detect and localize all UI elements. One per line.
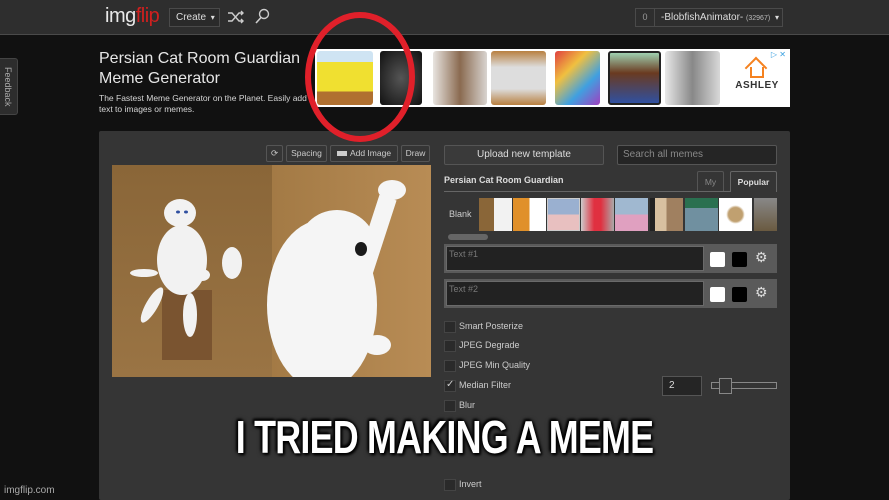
ashley-logo[interactable]: ASHLEY: [727, 67, 787, 91]
meme-caption-overlay: I TRIED MAKING A MEME: [235, 411, 654, 463]
red-circle-annotation: [305, 12, 415, 142]
draw-button[interactable]: Draw: [401, 145, 430, 162]
ad-image-cutlery-tray[interactable]: [491, 51, 546, 105]
fill-color-swatch[interactable]: [710, 252, 725, 267]
user-menu-button[interactable]: -BlobfishAnimator- (32967) ▾: [654, 8, 783, 27]
search-memes-input[interactable]: Search all memes: [617, 145, 777, 165]
text-input-2[interactable]: Text #2: [446, 281, 704, 306]
username: -BlobfishAnimator-: [661, 12, 744, 23]
median-filter-value-input[interactable]: 2: [662, 376, 702, 396]
meme-template-image[interactable]: [112, 165, 431, 377]
add-image-button[interactable]: Add Image: [330, 145, 398, 162]
spacing-button[interactable]: Spacing: [286, 145, 327, 162]
text-input-1[interactable]: Text #1: [446, 246, 704, 271]
template-thumb[interactable]: [513, 198, 546, 231]
outline-color-swatch[interactable]: [732, 252, 747, 267]
template-thumb[interactable]: [650, 198, 683, 231]
search-icon[interactable]: [254, 8, 270, 26]
text-input-row-2: Text #2 ⚙: [444, 279, 777, 308]
imgflip-watermark: imgflip.com: [4, 485, 55, 496]
ad-image-bear-art[interactable]: [608, 51, 661, 105]
image-icon: [336, 151, 347, 157]
slider-handle[interactable]: [719, 378, 732, 394]
tab-divider: [444, 191, 731, 192]
top-nav-bar: imgflip Create ▾ 0 -BlobfishAnimator- (3…: [0, 0, 889, 35]
ad-image-blanket-woman-2[interactable]: [665, 51, 720, 105]
option-label: Invert: [459, 479, 482, 489]
add-image-label: Add Image: [349, 148, 392, 158]
template-thumb[interactable]: [547, 198, 580, 231]
caret-down-icon: ▾: [210, 13, 215, 22]
checkbox[interactable]: [444, 340, 456, 352]
create-label: Create: [176, 12, 207, 23]
option-label: Smart Posterize: [459, 321, 524, 331]
fill-color-swatch[interactable]: [710, 287, 725, 302]
template-thumb[interactable]: [719, 198, 752, 231]
rotate-icon: ⟳: [270, 148, 279, 158]
logo-text-flip: flip: [135, 5, 160, 27]
template-thumb[interactable]: [479, 198, 512, 231]
ad-image-blanket-woman[interactable]: [433, 51, 487, 105]
outline-color-swatch[interactable]: [732, 287, 747, 302]
option-label: JPEG Degrade: [459, 340, 520, 350]
ad-close-icon[interactable]: ▷ ✕: [771, 50, 786, 59]
checkbox[interactable]: [444, 321, 456, 333]
template-name: Persian Cat Room Guardian: [444, 175, 564, 185]
gear-icon[interactable]: ⚙: [755, 285, 769, 299]
ad-image-einstein-art[interactable]: [555, 51, 600, 105]
house-icon: [750, 67, 764, 78]
option-label: Blur: [459, 400, 476, 410]
create-menu-button[interactable]: Create ▾: [169, 8, 220, 27]
cat-eye: [355, 242, 367, 256]
template-thumb[interactable]: [754, 198, 777, 231]
gear-icon[interactable]: ⚙: [755, 250, 769, 264]
feedback-tab[interactable]: Feedback: [0, 58, 18, 115]
caret-down-icon: ▾: [774, 13, 779, 22]
notification-count[interactable]: 0: [635, 8, 655, 27]
cat-eye: [184, 210, 188, 214]
page-subtitle: The Fastest Meme Generator on the Planet…: [99, 93, 307, 114]
blank-template-option[interactable]: Blank: [449, 209, 472, 219]
rotate-button[interactable]: ⟳: [266, 145, 283, 162]
feedback-label: Feedback: [3, 67, 13, 107]
checkbox[interactable]: [444, 360, 456, 372]
cat-eye: [176, 210, 180, 214]
text-input-row-1: Text #1 ⚙: [444, 244, 777, 273]
template-scrollbar[interactable]: [448, 234, 488, 240]
template-thumb[interactable]: [615, 198, 648, 231]
tab-popular[interactable]: Popular: [730, 171, 777, 192]
option-label: JPEG Min Quality: [459, 360, 531, 370]
tab-my[interactable]: My: [697, 171, 724, 192]
shuffle-icon[interactable]: [227, 9, 245, 25]
checkbox-checked[interactable]: [444, 379, 456, 392]
imgflip-logo[interactable]: imgflip: [105, 5, 160, 28]
logo-text-img: img: [105, 5, 136, 27]
checkbox[interactable]: [444, 479, 456, 491]
template-thumb[interactable]: [581, 198, 614, 231]
template-thumb[interactable]: [685, 198, 718, 231]
upload-template-button[interactable]: Upload new template: [444, 145, 604, 165]
option-label: Median Filter: [459, 380, 512, 390]
user-points: (32967): [746, 15, 771, 22]
page-title: Persian Cat Room Guardian Meme Generator: [99, 50, 300, 87]
ad-brand: ASHLEY: [735, 80, 779, 91]
